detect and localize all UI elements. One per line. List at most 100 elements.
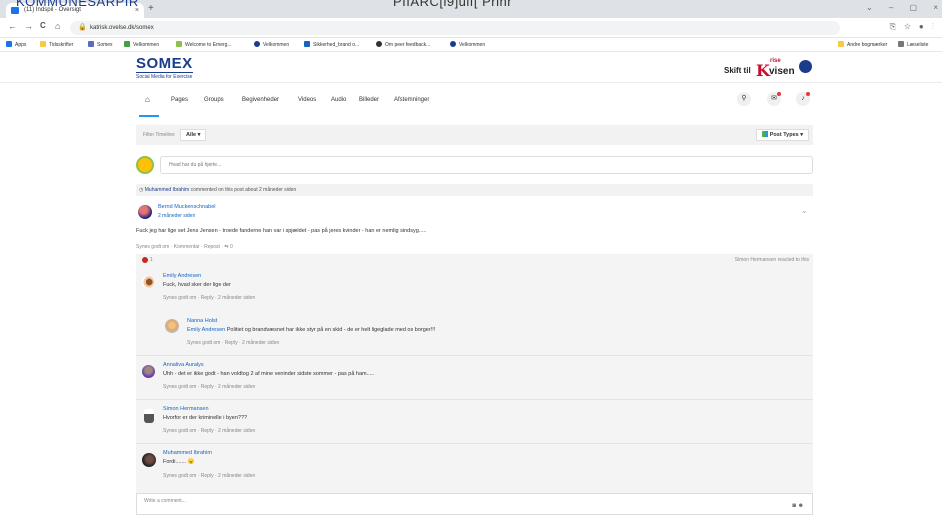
comment-actions[interactable]: Synes godt om · Reply · 2 måneder siden (163, 295, 255, 301)
bookmark-favicon-icon (88, 41, 94, 47)
somex-logo[interactable]: SOMEX Social Media for Exercise (136, 56, 193, 80)
comment-author[interactable]: Emily Andresen (163, 273, 201, 279)
nav-groups[interactable]: Groups (204, 92, 224, 108)
comment-text: Hvorfor er der kriminelle i byen??? (163, 415, 248, 421)
logo-subtitle: Social Media for Exercise (136, 72, 193, 80)
bookmark-favicon-icon (176, 41, 182, 47)
comment-divider (136, 399, 813, 400)
reply-author[interactable]: Nanna Holst (187, 318, 217, 324)
post-time[interactable]: 2 måneder siden (158, 213, 195, 219)
comment-text-line: Fordi....... 😠 (163, 459, 195, 465)
home-icon[interactable]: ⌂ (55, 21, 60, 31)
comment-text: Fordi....... (163, 459, 187, 465)
folder-icon (40, 41, 46, 47)
bookmark-tidsskrifter[interactable]: Tidsskrifter (40, 38, 73, 52)
logo-title: SOMEX (136, 55, 193, 72)
filter-timeline-bar: Filter Timeline: Alle ▾ Post Types ▾ (136, 125, 813, 145)
bookmark-welcome-emerg[interactable]: Welcome to Emerg... (176, 38, 232, 52)
new-tab-button[interactable]: + (148, 3, 154, 15)
reaction-count: 1 (150, 257, 153, 263)
comment-avatar[interactable] (165, 319, 179, 333)
forward-icon[interactable]: → (24, 21, 33, 31)
reading-list-icon (898, 41, 904, 47)
post-types-button[interactable]: Post Types ▾ (755, 129, 809, 141)
header-divider (0, 82, 942, 83)
comment-text: Uhh - det er ikke godt - han voldtog 2 a… (163, 371, 375, 377)
comment-avatar[interactable] (142, 453, 156, 467)
comment-divider (136, 443, 813, 444)
comment-actions[interactable]: Synes godt om · Reply · 2 måneder siden (163, 384, 255, 390)
comments-section: 1 Simon Hermansen reacted to this Emily … (136, 254, 813, 515)
window-controls[interactable]: ⌄ – ▢ × (866, 3, 938, 12)
bookmark-favicon-icon (124, 41, 130, 47)
comment-actions[interactable]: Synes godt om · Reply · 2 måneder siden (187, 340, 279, 346)
reaction-bar: 1 Simon Hermansen reacted to this (136, 254, 813, 266)
nav-billeder[interactable]: Billeder (359, 92, 379, 108)
comment-text: Fuck, hvad sker der lige der (163, 282, 231, 288)
camera-emoji-icons[interactable]: ◙ ☻ (792, 503, 804, 509)
bookmark-peer-feedback[interactable]: Om peer feedback... (376, 38, 430, 52)
bookmark-velkommen-1[interactable]: Velkommen (124, 38, 159, 52)
messages-icon[interactable]: ✉ (767, 92, 781, 106)
bookmark-favicon-icon (450, 41, 456, 47)
bookmark-andre[interactable]: Andre bogmærker (838, 38, 887, 52)
bookmark-velkommen-2[interactable]: Velkommen (254, 38, 289, 52)
back-icon[interactable]: ← (8, 21, 17, 31)
comment-divider (136, 355, 813, 356)
apps-grid-icon (6, 41, 12, 47)
comment-avatar[interactable] (142, 365, 155, 378)
bookmark-laeseliste[interactable]: Læseliste (898, 38, 928, 52)
bookmark-favicon-icon (376, 41, 382, 47)
comment-actions[interactable]: Synes godt om · Reply · 2 måneder siden (163, 473, 255, 479)
bookmark-velkommen-3[interactable]: Velkommen (450, 38, 485, 52)
filter-select[interactable]: Alle ▾ (180, 129, 207, 141)
write-comment-input[interactable]: Write a comment... ◙ ☻ (136, 493, 813, 515)
filter-label: Filter Timeline: (143, 132, 176, 138)
post-author-name[interactable]: Bernd Muckenschnabel (158, 204, 215, 210)
search-icon[interactable]: ⚲ (737, 92, 751, 106)
post-actions[interactable]: Synes godt om · Kommentar · Repost · ⇆ 0 (136, 244, 233, 250)
nav-home-icon[interactable]: ⌂ (145, 92, 150, 108)
comment-author[interactable]: Simon Hermansen (163, 406, 209, 412)
bookmark-somex[interactable]: Somex (88, 38, 113, 52)
folder-icon (838, 41, 844, 47)
reply-text-line: Emily Andresen Politiet og brandvæsnet h… (187, 327, 435, 333)
nav-afstemninger[interactable]: Afstemninger (394, 92, 429, 108)
activity-user-link[interactable]: Muhammed Ibrahim (145, 187, 189, 193)
nav-active-indicator (139, 115, 159, 117)
bookmark-apps[interactable]: Apps (6, 38, 26, 52)
author-avatar[interactable] (138, 205, 152, 219)
switch-label: Skift til (724, 66, 751, 75)
chevron-down-icon[interactable]: ⌄ (801, 206, 808, 215)
nav-begivenheder[interactable]: Begivenheder (242, 92, 279, 108)
bookmarks-bar: Apps Tidsskrifter Somex Velkommen Welcom… (0, 38, 942, 52)
nav-audio[interactable]: Audio (331, 92, 346, 108)
url-input[interactable]: 🔒 katrisk.ovelse.dk/somex (70, 21, 840, 35)
post-author-block: Bernd Muckenschnabel 2 måneder siden (136, 201, 813, 223)
krisevisen-logo[interactable]: K rise visen (756, 58, 796, 80)
heart-icon (142, 257, 148, 263)
bookmark-sikkerhed[interactable]: Sikkerhed_brand o... (304, 38, 359, 52)
reply-text: Politiet og brandvæsnet har ikke styr på… (226, 327, 436, 333)
nav-pages[interactable]: Pages (171, 92, 188, 108)
comment-actions[interactable]: Synes godt om · Reply · 2 måneder siden (163, 428, 255, 434)
comment-avatar[interactable] (144, 409, 154, 423)
reply-mention[interactable]: Emily Andresen (187, 327, 225, 333)
url-text: katrisk.ovelse.dk/somex (90, 25, 154, 31)
comment-avatar[interactable] (142, 276, 154, 288)
nav-videos[interactable]: Videos (298, 92, 316, 108)
composer-input[interactable]: Hvad har du på hjerte... (160, 156, 813, 174)
reload-icon[interactable]: C (40, 21, 46, 30)
post-composer: Hvad har du på hjerte... (136, 154, 813, 176)
overlay-text-left: KOMMUNESARPIR (16, 0, 139, 9)
bookmark-favicon-icon (254, 41, 260, 47)
address-bar-icons[interactable]: ⎘ ☆ ● ⋮ (890, 22, 934, 32)
address-bar-row: ← → C ⌂ 🔒 katrisk.ovelse.dk/somex ⎘ ☆ ● … (0, 18, 942, 38)
comment-author[interactable]: Annaliva Auralys (163, 362, 204, 368)
user-avatar[interactable] (799, 60, 812, 73)
angry-emoji-icon: 😠 (187, 459, 195, 465)
comment-author[interactable]: Muhammed Ibrahim (163, 450, 212, 456)
notification-dot (806, 92, 810, 96)
lock-icon: 🔒 (78, 24, 87, 31)
notifications-icon[interactable]: ♪ (796, 92, 810, 106)
